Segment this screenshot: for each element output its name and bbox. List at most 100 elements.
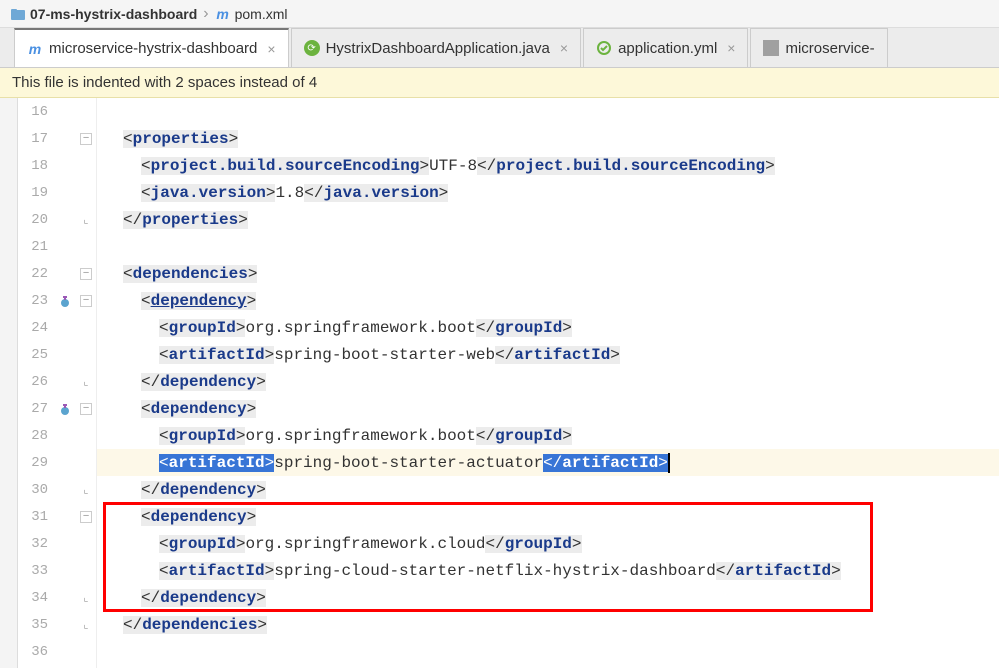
line-number: 19 <box>18 185 54 201</box>
line-number: 36 <box>18 644 54 660</box>
code-line[interactable]: <project.build.sourceEncoding>UTF-8</pro… <box>97 152 999 179</box>
code-line[interactable]: </dependencies> <box>97 611 999 638</box>
left-tool-strip[interactable] <box>0 98 18 668</box>
maven-icon: m <box>215 6 231 22</box>
tab-label: microservice-hystrix-dashboard <box>49 40 257 57</box>
gutter-row: 20 ⌞ <box>18 206 96 233</box>
editor-tab[interactable]: application.yml × <box>583 28 748 67</box>
spring-java-icon: ⟳ <box>304 40 320 56</box>
gutter-row: 31 − <box>18 503 96 530</box>
code-line[interactable]: <groupId>org.springframework.boot</group… <box>97 422 999 449</box>
gutter-row: 24 <box>18 314 96 341</box>
gutter-icons: ⌞ <box>54 484 96 496</box>
code-line[interactable]: </dependency> <box>97 368 999 395</box>
line-number: 29 <box>18 455 54 471</box>
code-line[interactable]: <artifactId>spring-cloud-starter-netflix… <box>97 557 999 584</box>
line-number: 27 <box>18 401 54 417</box>
fold-close-icon[interactable]: ⌞ <box>80 484 92 496</box>
line-number: 18 <box>18 158 54 174</box>
gutter-icons: − <box>54 133 96 145</box>
line-number: 20 <box>18 212 54 228</box>
line-number: 32 <box>18 536 54 552</box>
spring-bean-icon[interactable] <box>58 294 72 308</box>
line-number: 34 <box>18 590 54 606</box>
yaml-icon <box>596 40 612 56</box>
line-number: 22 <box>18 266 54 282</box>
module-icon <box>763 40 779 56</box>
gutter-row: 36 <box>18 638 96 665</box>
fold-close-icon[interactable]: ⌞ <box>80 619 92 631</box>
breadcrumb: 07-ms-hystrix-dashboard › m pom.xml <box>0 0 999 28</box>
gutter-row: 17 − <box>18 125 96 152</box>
fold-open-icon[interactable]: − <box>80 133 92 145</box>
code-line[interactable]: <artifactId>spring-boot-starter-actuator… <box>97 449 999 476</box>
fold-open-icon[interactable]: − <box>80 295 92 307</box>
gutter-icons: ⌞ <box>54 592 96 604</box>
line-number: 17 <box>18 131 54 147</box>
breadcrumb-folder-label: 07-ms-hystrix-dashboard <box>30 6 197 22</box>
tab-label: application.yml <box>618 40 717 57</box>
line-number: 21 <box>18 239 54 255</box>
code-line[interactable]: <dependency> <box>97 503 999 530</box>
code-line[interactable] <box>97 638 999 665</box>
close-icon[interactable]: × <box>560 40 568 56</box>
code-line[interactable]: <java.version>1.8</java.version> <box>97 179 999 206</box>
code-line[interactable]: <properties> <box>97 125 999 152</box>
gutter-row: 27 − <box>18 395 96 422</box>
fold-open-icon[interactable]: − <box>80 403 92 415</box>
close-icon[interactable]: × <box>727 40 735 56</box>
tab-label: HystrixDashboardApplication.java <box>326 40 550 57</box>
code-line[interactable]: </dependency> <box>97 476 999 503</box>
line-number: 24 <box>18 320 54 336</box>
spring-bean-icon[interactable] <box>58 402 72 416</box>
code-line[interactable]: </dependency> <box>97 584 999 611</box>
folder-icon <box>10 6 26 22</box>
breadcrumb-file[interactable]: m pom.xml <box>211 6 292 22</box>
code-line[interactable] <box>97 98 999 125</box>
chevron-right-icon: › <box>201 5 210 23</box>
fold-close-icon[interactable]: ⌞ <box>80 592 92 604</box>
gutter-row: 32 <box>18 530 96 557</box>
fold-open-icon[interactable]: − <box>80 268 92 280</box>
line-number: 30 <box>18 482 54 498</box>
line-number: 23 <box>18 293 54 309</box>
fold-open-icon[interactable]: − <box>80 511 92 523</box>
gutter-row: 29 <box>18 449 96 476</box>
gutter-row: 25 <box>18 341 96 368</box>
fold-close-icon[interactable]: ⌞ <box>80 376 92 388</box>
fold-close-icon[interactable]: ⌞ <box>80 214 92 226</box>
gutter-row: 26 ⌞ <box>18 368 96 395</box>
breadcrumb-folder[interactable]: 07-ms-hystrix-dashboard <box>6 6 201 22</box>
code-area[interactable]: <properties><project.build.sourceEncodin… <box>97 98 999 668</box>
gutter-row: 30 ⌞ <box>18 476 96 503</box>
code-line[interactable]: <artifactId>spring-boot-starter-web</art… <box>97 341 999 368</box>
line-number: 26 <box>18 374 54 390</box>
code-line[interactable]: <dependencies> <box>97 260 999 287</box>
gutter-icons: ⌞ <box>54 214 96 226</box>
code-line[interactable] <box>97 233 999 260</box>
editor-tab[interactable]: ⟳ HystrixDashboardApplication.java × <box>291 28 581 67</box>
line-number: 25 <box>18 347 54 363</box>
gutter-row: 22 − <box>18 260 96 287</box>
code-line[interactable]: <groupId>org.springframework.boot</group… <box>97 314 999 341</box>
gutter-icons: − <box>54 294 96 308</box>
code-line[interactable]: <dependency> <box>97 395 999 422</box>
gutter-row: 19 <box>18 179 96 206</box>
close-icon[interactable]: × <box>267 41 275 57</box>
line-number: 33 <box>18 563 54 579</box>
breadcrumb-file-label: pom.xml <box>235 6 288 22</box>
code-line[interactable]: <groupId>org.springframework.cloud</grou… <box>97 530 999 557</box>
gutter-row: 28 <box>18 422 96 449</box>
gutter-icons: ⌞ <box>54 376 96 388</box>
gutter-row: 34 ⌞ <box>18 584 96 611</box>
line-number: 31 <box>18 509 54 525</box>
gutter-icons: − <box>54 268 96 280</box>
gutter-icons: ⌞ <box>54 619 96 631</box>
code-line[interactable]: <dependency> <box>97 287 999 314</box>
gutter-row: 33 <box>18 557 96 584</box>
editor-tab[interactable]: mmicroservice-hystrix-dashboard× <box>14 28 289 67</box>
editor-tab[interactable]: microservice- <box>750 28 887 67</box>
gutter-icons: − <box>54 402 96 416</box>
code-line[interactable]: </properties> <box>97 206 999 233</box>
gutter: 1617−181920⌞2122−23−242526⌞27−282930⌞31−… <box>18 98 97 668</box>
